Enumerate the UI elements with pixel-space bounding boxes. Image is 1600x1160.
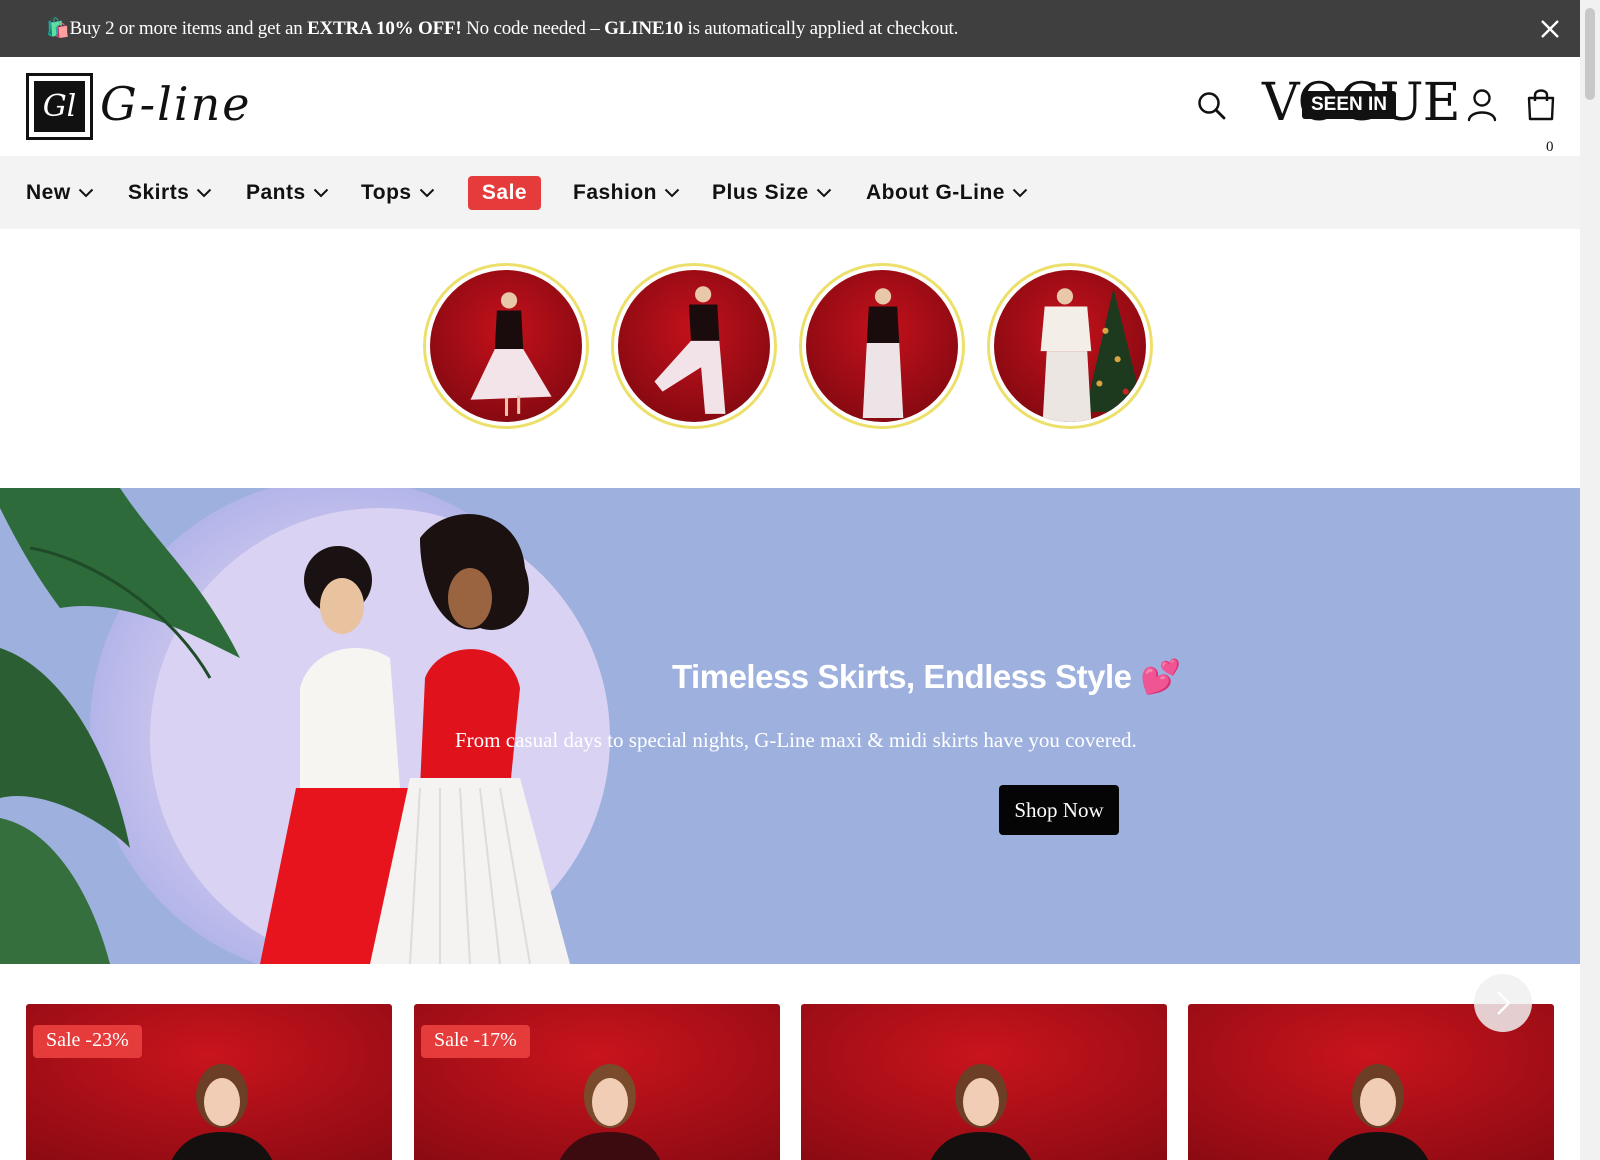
- chevron-down-icon: [664, 188, 680, 198]
- story-image: [806, 270, 958, 422]
- logo-mark: Gl: [26, 73, 93, 140]
- story-circle[interactable]: [799, 263, 965, 429]
- nav-item-about[interactable]: About G-Line: [866, 178, 1028, 208]
- nav-item-plus-size[interactable]: Plus Size: [712, 178, 832, 208]
- close-icon[interactable]: [1535, 14, 1565, 44]
- story-highlights: [0, 229, 1580, 488]
- vogue-seen-in-badge[interactable]: VOGUE SEEN IN: [1262, 73, 1461, 133]
- sale-badge: Sale -17%: [421, 1025, 530, 1058]
- story-circle[interactable]: [611, 263, 777, 429]
- chevron-down-icon: [419, 188, 434, 198]
- story-circle[interactable]: [423, 263, 589, 429]
- sale-badge: Sale -23%: [33, 1025, 142, 1058]
- nav-item-pants[interactable]: Pants: [246, 178, 329, 208]
- scrollbar-track[interactable]: [1580, 0, 1600, 1160]
- hero-image: [0, 488, 610, 964]
- story-image: [430, 270, 582, 422]
- nav-item-tops[interactable]: Tops: [361, 178, 435, 208]
- scrollbar-thumb[interactable]: [1585, 8, 1595, 100]
- search-icon[interactable]: [1196, 90, 1228, 122]
- product-card[interactable]: [801, 1004, 1167, 1160]
- nav-item-sale[interactable]: Sale: [468, 176, 541, 210]
- shop-now-button[interactable]: Shop Now: [999, 785, 1119, 835]
- site-header: Gl G-line VOGUE SEEN IN 0: [0, 57, 1580, 156]
- chevron-down-icon: [78, 188, 93, 198]
- chevron-down-icon: [197, 188, 212, 198]
- story-image: [618, 270, 770, 422]
- product-card[interactable]: Sale -17%: [414, 1004, 780, 1160]
- site-logo[interactable]: Gl G-line: [26, 73, 256, 141]
- nav-item-new[interactable]: New: [26, 178, 94, 208]
- hero-subtitle: From casual days to special nights, G-Li…: [455, 728, 1137, 752]
- nav-item-skirts[interactable]: Skirts: [128, 178, 212, 208]
- product-card[interactable]: Sale -23%: [26, 1004, 392, 1160]
- shopping-bag-icon: 🛍️: [46, 18, 70, 39]
- product-image: [801, 1004, 1167, 1160]
- hero-banner: Timeless Skirts, Endless Style 💕 From ca…: [0, 488, 1580, 964]
- heart-emoji-icon: 💕: [1140, 658, 1181, 695]
- product-carousel: Sale -23% Sale -17%: [0, 964, 1580, 1160]
- announcement-text: 🛍️Buy 2 or more items and get an EXTRA 1…: [46, 18, 959, 39]
- announcement-bar: 🛍️Buy 2 or more items and get an EXTRA 1…: [0, 0, 1580, 57]
- logo-text: G-line: [100, 77, 252, 131]
- cart-count: 0: [1546, 139, 1554, 155]
- chevron-down-icon: [313, 188, 328, 198]
- nav-item-fashion[interactable]: Fashion: [573, 178, 680, 208]
- chevron-down-icon: [816, 188, 831, 198]
- chevron-down-icon: [1012, 188, 1028, 198]
- story-circle[interactable]: [987, 263, 1153, 429]
- hero-title: Timeless Skirts, Endless Style 💕: [672, 658, 1181, 695]
- chevron-right-icon: [1497, 991, 1511, 1015]
- account-icon[interactable]: [1466, 88, 1498, 122]
- main-nav: New Skirts Pants Tops Sale Fashion Plus …: [0, 156, 1580, 229]
- cart-icon[interactable]: [1526, 87, 1556, 121]
- carousel-next-button[interactable]: [1474, 974, 1532, 1032]
- story-image: [994, 270, 1146, 422]
